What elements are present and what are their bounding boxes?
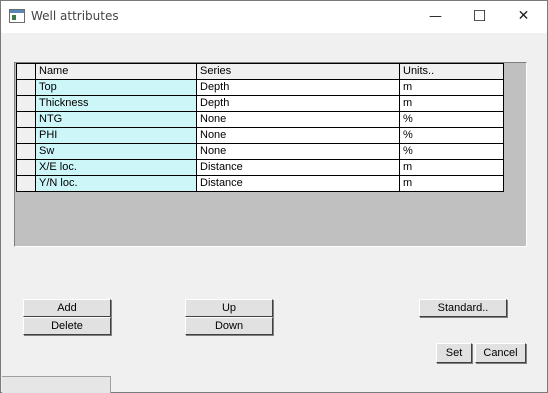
units-cell[interactable]: m <box>399 95 504 112</box>
column-header-name[interactable]: Name <box>35 63 197 80</box>
row-indicator[interactable] <box>16 111 36 128</box>
attributes-grid[interactable]: Name Series Units.. Top Depth m Thicknes… <box>14 62 527 247</box>
units-cell[interactable]: % <box>399 143 504 160</box>
table-row[interactable]: Y/N loc. Distance m <box>16 175 504 192</box>
row-indicator[interactable] <box>16 127 36 144</box>
table-row[interactable]: NTG None % <box>16 111 504 128</box>
column-header-series[interactable]: Series <box>196 63 400 80</box>
well-attributes-dialog: Well attributes — ☐ ✕ Name Series Units.… <box>0 0 548 393</box>
table-row[interactable]: Top Depth m <box>16 79 504 96</box>
units-cell[interactable]: m <box>399 79 504 96</box>
name-cell[interactable]: Sw <box>35 143 197 160</box>
row-indicator[interactable] <box>16 79 36 96</box>
row-indicator[interactable] <box>16 175 36 192</box>
units-cell[interactable]: m <box>399 175 504 192</box>
set-button[interactable]: Set <box>436 343 472 363</box>
series-cell[interactable]: None <box>196 127 400 144</box>
maximize-icon[interactable]: ☐ <box>457 1 502 31</box>
series-cell[interactable]: Depth <box>196 95 400 112</box>
window-icon <box>9 9 25 23</box>
table-row[interactable]: Sw None % <box>16 143 504 160</box>
down-button[interactable]: Down <box>185 317 273 335</box>
cancel-button[interactable]: Cancel <box>475 343 526 363</box>
column-header-units[interactable]: Units.. <box>399 63 504 80</box>
table-row[interactable]: PHI None % <box>16 127 504 144</box>
standard-button[interactable]: Standard.. <box>419 299 507 317</box>
table-row[interactable]: X/E loc. Distance m <box>16 159 504 176</box>
series-cell[interactable]: None <box>196 143 400 160</box>
delete-button[interactable]: Delete <box>23 317 111 335</box>
name-cell[interactable]: PHI <box>35 127 197 144</box>
row-indicator[interactable] <box>16 159 36 176</box>
divider <box>2 31 546 33</box>
series-cell[interactable]: Distance <box>196 159 400 176</box>
units-cell[interactable]: m <box>399 159 504 176</box>
name-cell[interactable]: Thickness <box>35 95 197 112</box>
units-cell[interactable]: % <box>399 111 504 128</box>
close-icon[interactable]: ✕ <box>501 1 546 31</box>
row-indicator[interactable] <box>16 95 36 112</box>
name-cell[interactable]: Top <box>35 79 197 96</box>
add-button[interactable]: Add <box>23 299 111 317</box>
series-cell[interactable]: Distance <box>196 175 400 192</box>
window-title: Well attributes <box>31 9 119 23</box>
units-cell[interactable]: % <box>399 127 504 144</box>
name-cell[interactable]: X/E loc. <box>35 159 197 176</box>
minimize-icon[interactable]: — <box>413 1 458 31</box>
status-bar <box>2 376 111 393</box>
table-row[interactable]: Thickness Depth m <box>16 95 504 112</box>
name-cell[interactable]: Y/N loc. <box>35 175 197 192</box>
row-indicator[interactable] <box>16 143 36 160</box>
series-cell[interactable]: None <box>196 111 400 128</box>
series-cell[interactable]: Depth <box>196 79 400 96</box>
title-bar[interactable]: Well attributes — ☐ ✕ <box>1 1 547 31</box>
name-cell[interactable]: NTG <box>35 111 197 128</box>
row-indicator-header <box>16 63 36 80</box>
up-button[interactable]: Up <box>185 299 273 317</box>
attributes-table: Name Series Units.. Top Depth m Thicknes… <box>16 63 504 192</box>
table-header-row: Name Series Units.. <box>16 63 504 80</box>
